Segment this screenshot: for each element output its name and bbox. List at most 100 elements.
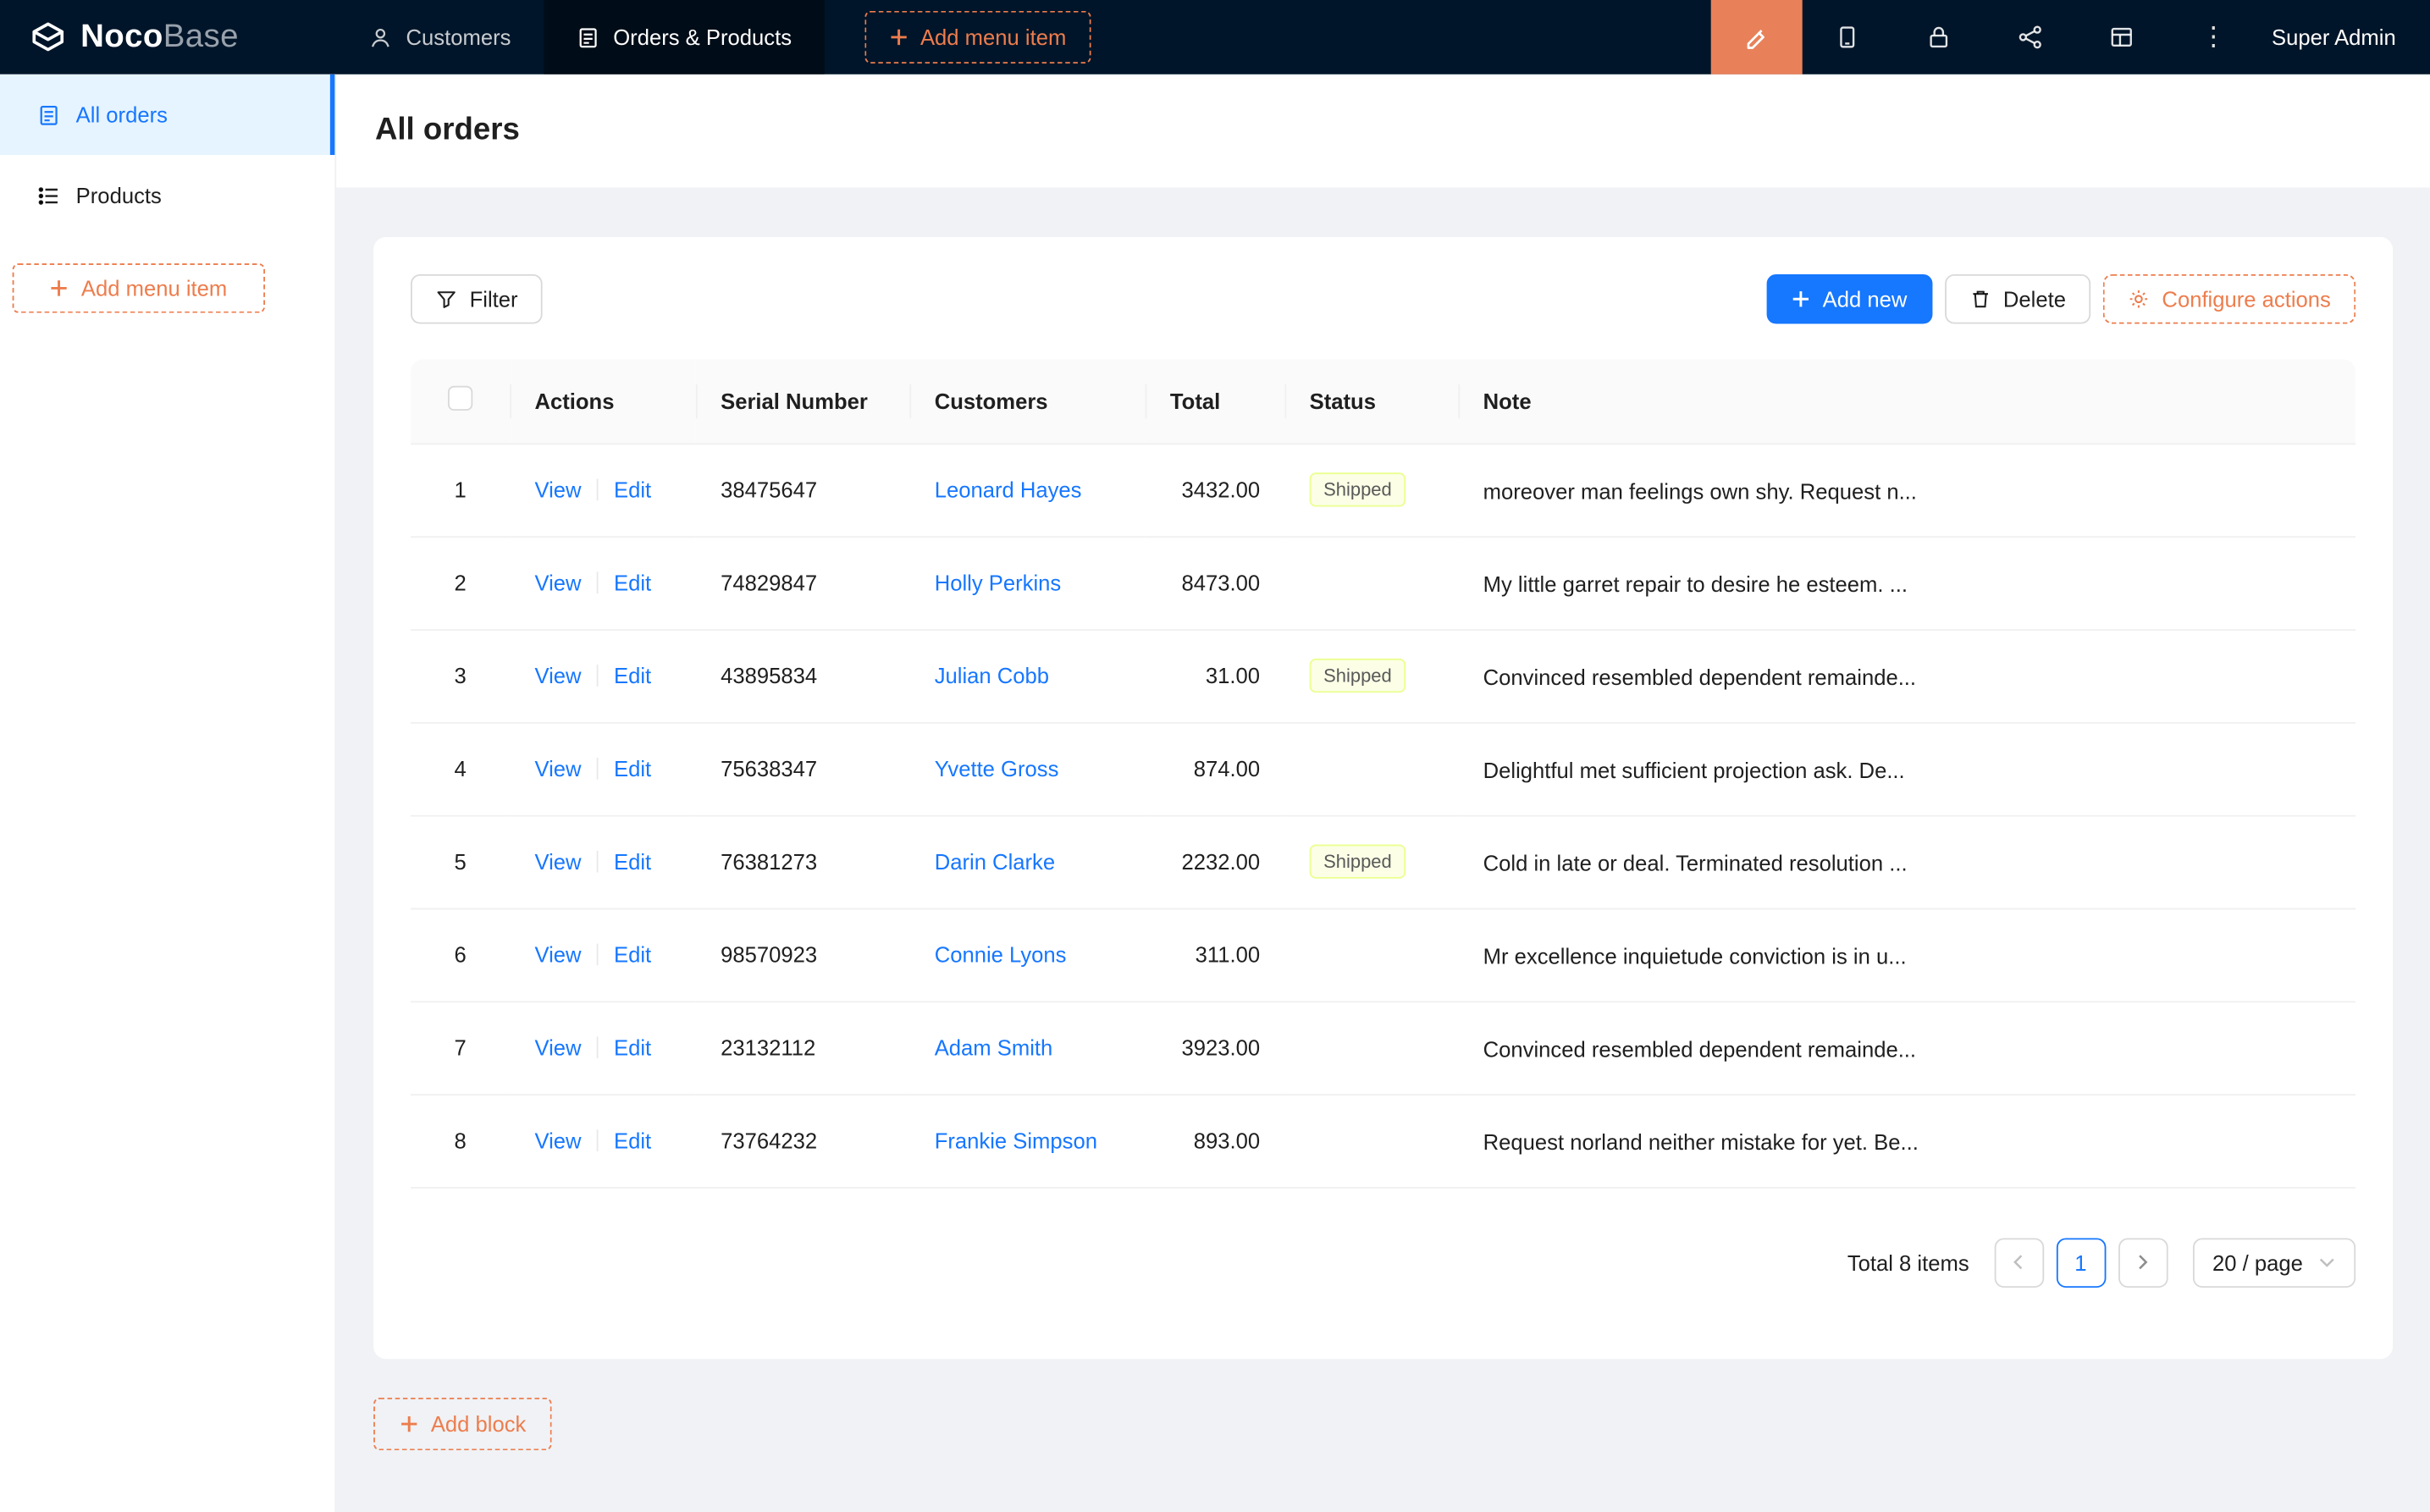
add-block-button[interactable]: Add block (373, 1398, 552, 1450)
serial-number-cell: 23132112 (696, 1001, 910, 1094)
view-link[interactable]: View (534, 571, 581, 595)
customer-link[interactable]: Connie Lyons (935, 942, 1067, 967)
brand-part1: Noco (80, 19, 163, 54)
plus-icon (1792, 290, 1810, 308)
edit-link[interactable]: Edit (614, 1035, 651, 1060)
api-button[interactable] (1985, 0, 2076, 74)
sidebar-item-products[interactable]: Products (0, 155, 334, 235)
content-area: Filter Add new (336, 187, 2430, 1512)
top-bar: NocoBase Customers Orders & Products (0, 0, 2430, 74)
row-actions-cell: View Edit (510, 1094, 696, 1187)
view-link[interactable]: View (534, 1035, 581, 1060)
page-size-select[interactable]: 20 / page (2192, 1238, 2355, 1288)
header-add-menu-item-button[interactable]: Add menu item (864, 11, 1091, 63)
view-link[interactable]: View (534, 477, 581, 502)
orders-table-body: 1ViewEdit38475647Leonard Hayes3432.00Shi… (411, 443, 2355, 1187)
edit-link[interactable]: Edit (614, 663, 651, 687)
serial-number-cell: 43895834 (696, 629, 910, 722)
book-icon (1836, 25, 1860, 49)
pagination-total: Total 8 items (1847, 1250, 1969, 1274)
customer-link[interactable]: Frankie Simpson (935, 1128, 1097, 1152)
sidebar-item-all-orders[interactable]: All orders (0, 74, 334, 155)
customer-link[interactable]: Adam Smith (935, 1035, 1053, 1060)
note-text: Mr excellence inquietude conviction is i… (1483, 943, 1907, 968)
row-actions-cell: View Edit (510, 629, 696, 722)
customer-link[interactable]: Julian Cobb (935, 663, 1049, 687)
customer-link[interactable]: Yvette Gross (935, 756, 1059, 781)
plus-icon (889, 28, 908, 47)
total-cell: 2232.00 (1146, 815, 1285, 908)
edit-link[interactable]: Edit (614, 571, 651, 595)
lock-button[interactable] (1893, 0, 1985, 74)
frame: All orders Products Add (0, 74, 2430, 1512)
sidebar-add-menu-item-button[interactable]: Add menu item (13, 263, 265, 313)
action-divider (597, 851, 599, 873)
customer-cell: Connie Lyons (909, 908, 1145, 1002)
row-index: 5 (411, 815, 510, 908)
docs-button[interactable] (1802, 0, 1893, 74)
ui-editor-button[interactable] (1710, 0, 1802, 74)
view-link[interactable]: View (534, 663, 581, 687)
view-link[interactable]: View (534, 849, 581, 874)
sidebar: All orders Products Add (0, 74, 336, 1512)
view-link[interactable]: View (534, 1128, 581, 1152)
chevron-down-icon (2318, 1254, 2335, 1271)
edit-link[interactable]: Edit (614, 942, 651, 967)
view-link[interactable]: View (534, 756, 581, 781)
topbar-spacer (1091, 0, 1711, 74)
plus-icon (50, 279, 69, 297)
pagination-page-1[interactable]: 1 (2056, 1238, 2106, 1288)
pagination-prev-button[interactable] (1994, 1238, 2044, 1288)
view-link[interactable]: View (534, 942, 581, 967)
customer-cell: Adam Smith (909, 1001, 1145, 1094)
note-cell: Mr excellence inquietude conviction is i… (1458, 908, 2355, 1002)
status-cell (1284, 1001, 1458, 1094)
add-block-label: Add block (431, 1411, 527, 1436)
nav-tab-orders-products[interactable]: Orders & Products (544, 0, 825, 74)
user-menu[interactable]: Super Admin (2259, 0, 2430, 74)
customer-cell: Frankie Simpson (909, 1094, 1145, 1187)
nav-tab-customers[interactable]: Customers (336, 0, 544, 74)
customer-link[interactable]: Holly Perkins (935, 571, 1062, 595)
delete-button[interactable]: Delete (1944, 274, 2090, 324)
action-divider (597, 758, 599, 780)
edit-link[interactable]: Edit (614, 477, 651, 502)
table-row: 1ViewEdit38475647Leonard Hayes3432.00Shi… (411, 443, 2355, 536)
table-toolbar: Filter Add new (411, 274, 2355, 324)
note-cell: My little garret repair to desire he est… (1458, 536, 2355, 629)
add-new-button-label: Add new (1823, 287, 1908, 312)
column-header-serial-number: Serial Number (696, 360, 910, 444)
table-row: 4ViewEdit75638347Yvette Gross874.00Delig… (411, 722, 2355, 815)
total-cell: 893.00 (1146, 1094, 1285, 1187)
page-header: All orders (336, 74, 2430, 188)
row-actions-cell: View Edit (510, 815, 696, 908)
nav-tab-label: Customers (406, 25, 511, 49)
edit-link[interactable]: Edit (614, 756, 651, 781)
action-divider (597, 665, 599, 687)
note-text: Convinced resembled dependent remainde..… (1483, 665, 1916, 689)
action-divider (597, 1037, 599, 1059)
note-text: Convinced resembled dependent remainde..… (1483, 1036, 1916, 1061)
customer-link[interactable]: Darin Clarke (935, 849, 1055, 874)
brand-logo[interactable]: NocoBase (0, 0, 336, 74)
row-actions-cell: View Edit (510, 1001, 696, 1094)
row-actions-cell: View Edit (510, 536, 696, 629)
edit-link[interactable]: Edit (614, 849, 651, 874)
status-cell: Shipped (1284, 629, 1458, 722)
note-text: moreover man feelings own shy. Request n… (1483, 478, 1917, 503)
filter-button[interactable]: Filter (411, 274, 543, 324)
layout-button[interactable] (2076, 0, 2168, 74)
pagination-next-button[interactable] (2118, 1238, 2168, 1288)
action-divider (597, 571, 599, 593)
configure-actions-label: Configure actions (2162, 287, 2330, 312)
note-cell: Delightful met sufficient projection ask… (1458, 722, 2355, 815)
note-cell: Request norland neither mistake for yet.… (1458, 1094, 2355, 1187)
status-tag: Shipped (1310, 472, 1406, 506)
customer-link[interactable]: Leonard Hayes (935, 477, 1082, 502)
more-menu-button[interactable]: ⋮ (2168, 0, 2259, 74)
edit-link[interactable]: Edit (614, 1128, 651, 1152)
select-all-checkbox[interactable] (448, 386, 472, 411)
configure-actions-button[interactable]: Configure actions (2103, 274, 2355, 324)
add-new-button[interactable]: Add new (1767, 274, 1932, 324)
brand-part2: Base (163, 19, 239, 54)
